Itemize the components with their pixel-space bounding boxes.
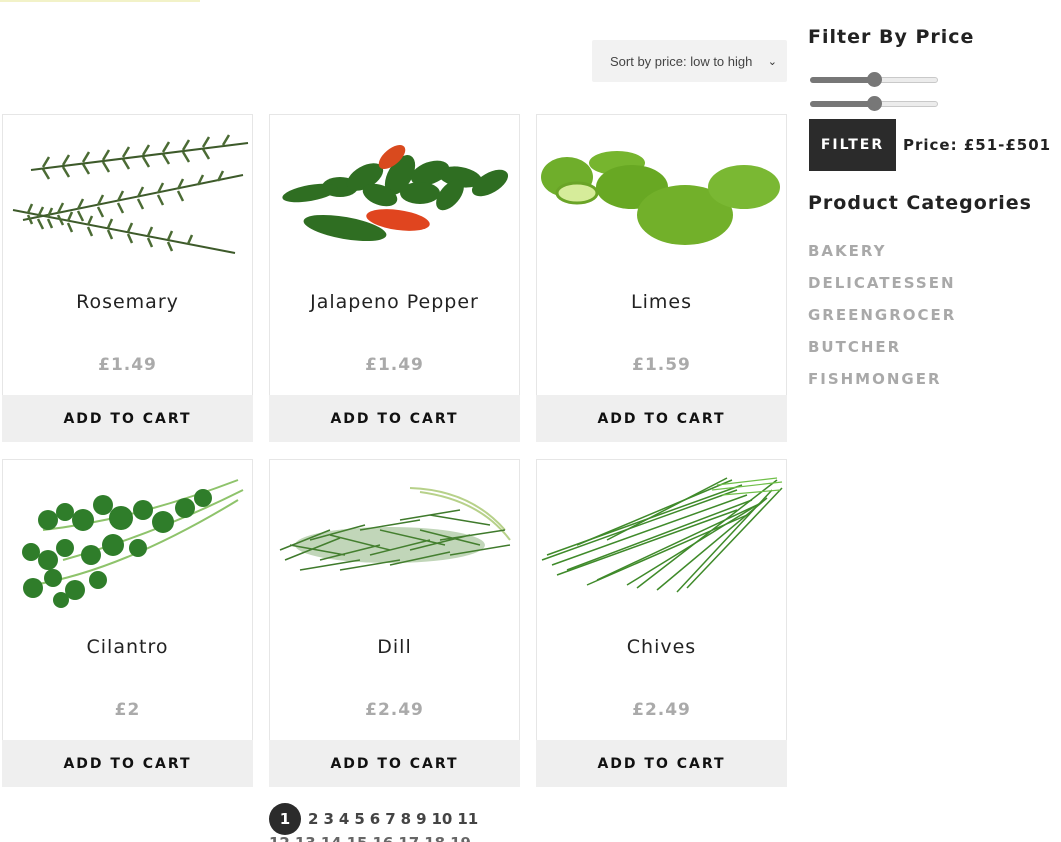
pagination-row-2: 12 13 14 15 16 17 18 19 (269, 834, 476, 842)
product-name[interactable]: Rosemary (3, 291, 252, 313)
product-card-limes[interactable]: Limes £1.59 ADD TO CART (536, 114, 787, 442)
page-link[interactable]: 10 (432, 810, 453, 828)
category-link-bakery[interactable]: BAKERY (808, 242, 956, 274)
product-image-dill[interactable] (270, 460, 519, 620)
product-card-cilantro[interactable]: Cilantro £2 ADD TO CART (2, 459, 253, 787)
slider-handle[interactable] (867, 72, 882, 87)
pagination: 1 2 3 4 5 6 7 8 9 10 11 (269, 803, 483, 835)
category-list: BAKERY DELICATESSEN GREENGROCER BUTCHER … (808, 242, 956, 402)
category-link-delicatessen[interactable]: DELICATESSEN (808, 274, 956, 306)
page-link[interactable]: 11 (457, 810, 478, 828)
page-link[interactable]: 8 (401, 810, 411, 828)
page-link[interactable]: 13 (295, 834, 316, 842)
top-accent-line (0, 0, 200, 2)
add-to-cart-button[interactable]: ADD TO CART (269, 740, 520, 787)
product-image-limes[interactable] (537, 115, 786, 275)
product-card-jalapeno-pepper[interactable]: Jalapeno Pepper £1.49 ADD TO CART (269, 114, 520, 442)
product-categories-title: Product Categories (808, 192, 1032, 214)
product-image-rosemary[interactable] (3, 115, 252, 275)
slider-handle[interactable] (867, 96, 882, 111)
sort-select[interactable]: Sort by price: low to high ⌄ (592, 40, 787, 82)
product-card-dill[interactable]: Dill £2.49 ADD TO CART (269, 459, 520, 787)
add-to-cart-button[interactable]: ADD TO CART (2, 395, 253, 442)
product-price: £1.49 (98, 355, 157, 375)
category-link-butcher[interactable]: BUTCHER (808, 338, 956, 370)
product-name[interactable]: Jalapeno Pepper (270, 291, 519, 313)
page-current[interactable]: 1 (269, 803, 301, 835)
product-name[interactable]: Dill (270, 636, 519, 658)
page-link[interactable]: 2 (308, 810, 318, 828)
page-link[interactable]: 14 (321, 834, 342, 842)
product-price: £2.49 (632, 700, 691, 720)
product-name[interactable]: Chives (537, 636, 786, 658)
product-price: £1.49 (365, 355, 424, 375)
product-card-rosemary[interactable]: Rosemary £1.49 ADD TO CART (2, 114, 253, 442)
page-link[interactable]: 16 (373, 834, 394, 842)
product-image-chives[interactable] (537, 460, 786, 620)
page-link[interactable]: 12 (269, 834, 290, 842)
add-to-cart-button[interactable]: ADD TO CART (2, 740, 253, 787)
product-name[interactable]: Limes (537, 291, 786, 313)
sort-select-value: Sort by price: low to high (610, 53, 753, 69)
product-image-jalapeno-pepper[interactable] (270, 115, 519, 275)
price-slider-max[interactable] (810, 96, 938, 111)
page-link[interactable]: 7 (385, 810, 395, 828)
page-link[interactable]: 17 (398, 834, 419, 842)
page-link[interactable]: 9 (416, 810, 426, 828)
slider-fill (810, 101, 874, 107)
product-price: £1.59 (632, 355, 691, 375)
slider-fill (810, 77, 874, 83)
filter-by-price-title: Filter By Price (808, 26, 975, 48)
add-to-cart-button[interactable]: ADD TO CART (536, 740, 787, 787)
page-link[interactable]: 5 (354, 810, 364, 828)
page-link[interactable]: 6 (370, 810, 380, 828)
filter-button[interactable]: FILTER (809, 119, 896, 171)
product-price: £2.49 (365, 700, 424, 720)
product-card-chives[interactable]: Chives £2.49 ADD TO CART (536, 459, 787, 787)
add-to-cart-button[interactable]: ADD TO CART (536, 395, 787, 442)
product-name[interactable]: Cilantro (3, 636, 252, 658)
page-link[interactable]: 3 (323, 810, 333, 828)
product-image-cilantro[interactable] (3, 460, 252, 620)
page-link[interactable]: 15 (347, 834, 368, 842)
page-link[interactable]: 18 (424, 834, 445, 842)
price-slider-min[interactable] (810, 72, 938, 87)
product-price: £2 (114, 700, 141, 720)
page-link[interactable]: 4 (339, 810, 349, 828)
page-link[interactable]: 19 (450, 834, 471, 842)
price-range-label: Price: £51-£501 (903, 136, 1052, 154)
chevron-down-icon: ⌄ (767, 55, 777, 68)
category-link-greengrocer[interactable]: GREENGROCER (808, 306, 956, 338)
category-link-fishmonger[interactable]: FISHMONGER (808, 370, 956, 402)
add-to-cart-button[interactable]: ADD TO CART (269, 395, 520, 442)
